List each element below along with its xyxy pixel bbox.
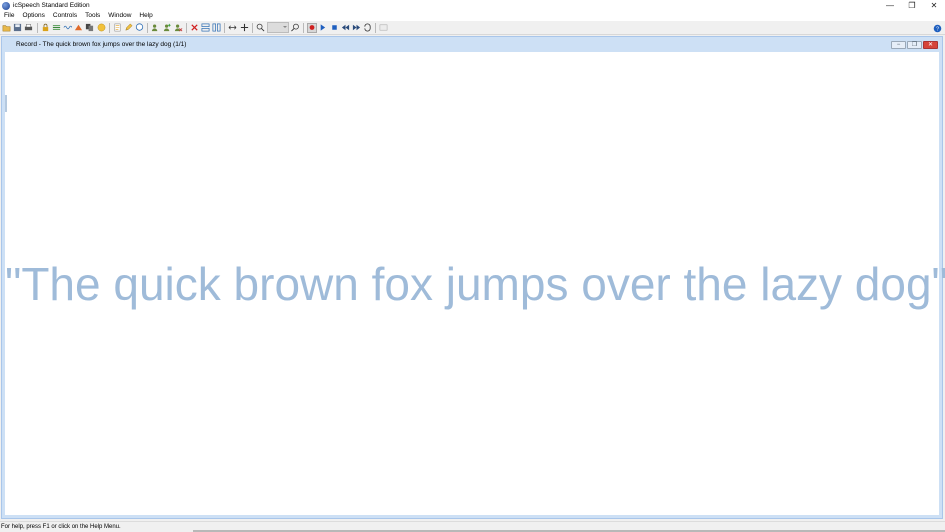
toolbar-separator [147, 22, 149, 33]
toolbar-separator [36, 22, 38, 33]
copy-icon[interactable] [85, 23, 95, 33]
save-icon[interactable] [13, 23, 23, 33]
play-icon[interactable] [318, 23, 328, 33]
window-title: icSpeech Standard Edition [13, 2, 90, 9]
menu-window[interactable]: Window [104, 11, 135, 21]
window-title-bar: icSpeech Standard Edition — ❐ ✕ [0, 0, 945, 11]
record-icon[interactable] [306, 22, 317, 33]
lock-icon[interactable] [40, 23, 50, 33]
speech-text: "The quick brown fox jumps over the lazy… [5, 258, 945, 310]
menu-file[interactable]: File [0, 11, 18, 21]
document-canvas[interactable]: "The quick brown fox jumps over the lazy… [5, 52, 945, 515]
chat-icon[interactable] [135, 23, 145, 33]
toolbar [0, 21, 945, 35]
people-icon[interactable] [151, 23, 161, 33]
move-icon[interactable] [239, 23, 249, 33]
document-minimize-button[interactable]: − [891, 41, 906, 49]
status-text: For help, press F1 or click on the Help … [1, 524, 121, 530]
document-close-button[interactable]: ✕ [923, 41, 938, 49]
align-icon[interactable] [51, 23, 61, 33]
menu-tools[interactable]: Tools [81, 11, 104, 21]
toolbar-separator [185, 22, 187, 33]
toolbar-separator [108, 22, 110, 33]
document-restore-button[interactable]: ❐ [907, 41, 922, 49]
toolbar-separator [303, 22, 305, 33]
mdi-workspace: Record - The quick brown fox jumps over … [0, 35, 945, 521]
wave-icon[interactable] [63, 23, 73, 33]
selection-marker [5, 95, 7, 112]
stop-icon[interactable] [329, 23, 339, 33]
rewind-icon[interactable] [340, 23, 350, 33]
delete-icon[interactable] [189, 23, 199, 33]
menu-controls[interactable]: Controls [49, 11, 81, 21]
menu-options[interactable]: Options [18, 11, 48, 21]
export-icon[interactable] [379, 23, 389, 33]
document-window-controls: − ❐ ✕ [890, 41, 938, 49]
minimize-button[interactable]: — [879, 0, 901, 11]
people-add-icon[interactable] [162, 23, 172, 33]
zoom-out-icon[interactable] [291, 23, 301, 33]
document-icon[interactable] [112, 23, 122, 33]
document-title-bar: Record - The quick brown fox jumps over … [2, 37, 942, 52]
edit-icon[interactable] [123, 23, 133, 33]
svg-text:?: ? [936, 26, 939, 32]
horizontal-arrows-icon[interactable] [228, 23, 238, 33]
menu-bar: File Options Controls Tools Window Help [0, 11, 945, 21]
toolbar-separator [375, 22, 377, 33]
columns-icon[interactable] [212, 23, 222, 33]
menu-help[interactable]: Help [135, 11, 156, 21]
restore-button[interactable]: ❐ [901, 0, 923, 11]
window-controls: — ❐ ✕ [879, 0, 945, 11]
toolbar-separator [224, 22, 226, 33]
toolbar-separator [251, 22, 253, 33]
loop-icon[interactable] [363, 23, 373, 33]
record-document-window: Record - The quick brown fox jumps over … [1, 36, 945, 519]
print-icon[interactable] [24, 23, 34, 33]
zoom-level-select[interactable] [266, 22, 289, 33]
face-icon[interactable] [96, 23, 106, 33]
split-icon[interactable] [201, 23, 211, 33]
fast-forward-icon[interactable] [351, 23, 361, 33]
open-folder-icon[interactable] [2, 23, 12, 33]
zoom-in-icon[interactable] [255, 23, 265, 33]
help-icon[interactable]: ? [932, 23, 942, 33]
people-remove-icon[interactable] [173, 23, 183, 33]
triangle-icon[interactable] [74, 23, 84, 33]
app-logo-icon [2, 1, 10, 10]
close-button[interactable]: ✕ [923, 0, 945, 11]
document-title: Record - The quick brown fox jumps over … [16, 41, 187, 48]
